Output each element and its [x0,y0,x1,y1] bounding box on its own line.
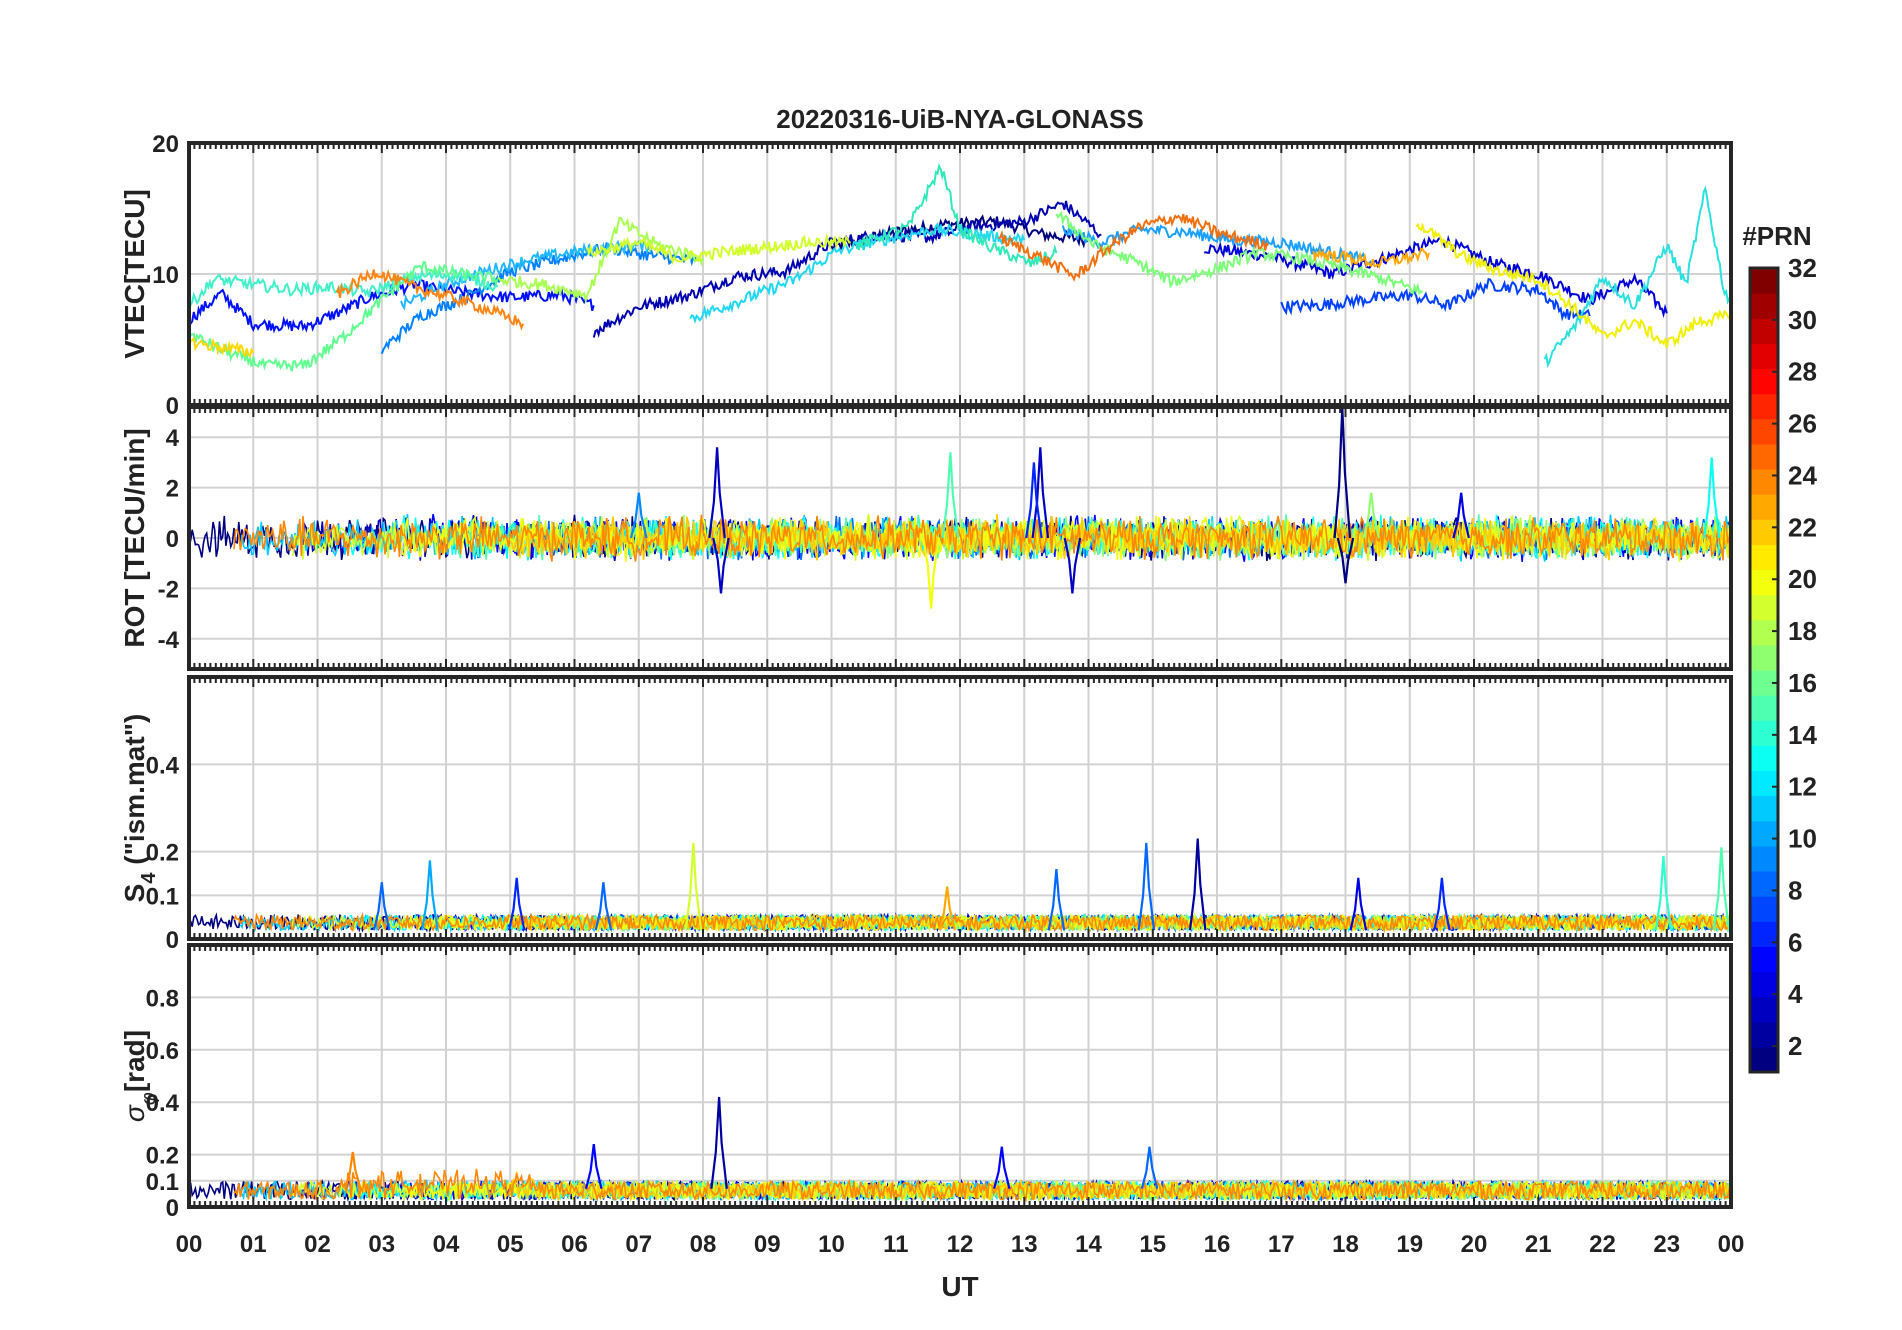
panel-4: 0.80.60.40.20.10σφ[rad] [119,943,1733,1222]
x-tick-label: 06 [561,1231,588,1258]
y-tick-label: -2 [158,576,179,603]
x-tick-label: 00 [176,1231,203,1258]
colorbar-tick-label: 32 [1788,253,1817,283]
colorbar-tick-label: 12 [1788,772,1817,802]
colorbar-segment [1750,720,1778,746]
panels: 01020VTEC[TECU]420-2-4ROT [TECU/min]0.40… [119,131,1733,1222]
colorbar-tick-label: 22 [1788,512,1817,542]
colorbar-segment [1750,544,1778,571]
x-tick-label: 19 [1396,1231,1423,1258]
y-tick-label: 2 [166,476,179,503]
y-axis-label: S4 ("ism.mat") [119,714,160,903]
colorbar-tick-label: 26 [1788,409,1817,439]
x-tick-label: 07 [625,1231,652,1258]
colorbar-segment [1750,745,1778,772]
x-tick-label: 21 [1525,1231,1552,1258]
colorbar-segment [1750,770,1778,797]
x-tick-label: 12 [947,1231,974,1258]
y-axis-label: ROT [TECU/min] [119,428,150,647]
colorbar-tick-label: 10 [1788,824,1817,854]
x-tick-label: 14 [1075,1231,1102,1258]
colorbar-segment [1750,1021,1778,1048]
colorbar-segment [1750,519,1778,545]
colorbar-tick-label: 2 [1788,1031,1802,1061]
x-axis-label: UT [941,1271,978,1302]
y-tick-label: 20 [152,131,179,158]
y-tick-label: 0 [166,393,179,420]
colorbar-segment [1750,946,1778,973]
colorbar-segment [1750,293,1778,319]
colorbar-tick-label: 28 [1788,357,1817,387]
x-tick-label: 18 [1332,1231,1359,1258]
y-tick-label: 0 [166,927,179,954]
x-tick-label: 13 [1011,1231,1038,1258]
x-tick-label: 11 [883,1231,908,1258]
y-tick-label: 0.4 [146,752,180,779]
y-tick-label: 0.8 [146,985,179,1012]
colorbar-segment [1750,318,1778,344]
chart-title: 20220316-UiB-NYA-GLONASS [776,104,1144,134]
colorbar-tick-label: 8 [1788,875,1802,905]
colorbar: 2468101214161820222426283032 [1748,253,1817,1074]
colorbar-tick-label: 16 [1788,668,1817,698]
panel-3: 0.4 0.2 0.1 0S4 ("ism.mat") [119,675,1733,954]
y-tick-label: 0 [166,1195,179,1222]
panel-1: 0 10 20 VTEC[TECU] [119,131,1733,420]
x-tick-label: 05 [497,1231,524,1258]
x-tick-labels: 00 01 02 03 04 05 06 07 08 09 10 11 12 13 14 15 16 17 18 19… [176,1231,1745,1258]
colorbar-tick-label: 14 [1788,720,1817,750]
colorbar-segment [1750,795,1778,822]
colorbar-tick-label: 6 [1788,927,1802,957]
x-tick-label: 09 [754,1231,781,1258]
colorbar-segment [1750,594,1778,621]
x-tick-label: 01 [240,1231,267,1258]
colorbar-tick-label: 30 [1788,305,1817,335]
colorbar-segment [1750,896,1778,922]
colorbar-segment [1750,469,1778,495]
y-tick-label: 0.1 [146,883,179,910]
x-tick-label: 08 [690,1231,717,1258]
x-tick-label: 22 [1589,1231,1616,1258]
colorbar-segment [1750,619,1778,646]
colorbar-segment [1750,393,1778,420]
x-tick-label: 16 [1204,1231,1231,1258]
colorbar-segment [1750,871,1778,897]
colorbar-segment [1750,494,1778,520]
y-tick-label: 0.1 [146,1169,179,1196]
colorbar-segment [1750,644,1778,671]
x-tick-label: 17 [1268,1231,1295,1258]
x-tick-label: 00 [1718,1231,1745,1258]
x-tick-label: 23 [1653,1231,1680,1258]
colorbar-segment [1750,343,1778,370]
colorbar-segment [1750,695,1778,721]
colorbar-segment [1750,820,1778,847]
y-tick-label: 4 [166,425,180,452]
panel-2: 4 2 0 -2 -4 ROT [TECU/min] [119,405,1733,671]
colorbar-segment [1750,443,1778,470]
colorbar-tick-label: 24 [1788,460,1817,490]
colorbar-tick-label: 4 [1788,979,1803,1009]
y-axis-label: VTEC[TECU] [119,189,150,359]
y-tick-label: 0.2 [146,840,179,867]
colorbar-tick-label: 20 [1788,564,1817,594]
x-tick-label: 02 [304,1231,331,1258]
colorbar-title: #PRN [1742,221,1811,251]
y-tick-label: -4 [158,627,180,654]
colorbar-segment [1750,1046,1778,1073]
x-tick-label: 15 [1139,1231,1166,1258]
x-tick-label: 03 [368,1231,395,1258]
y-tick-label: 0.2 [146,1143,179,1170]
y-tick-label: 10 [152,262,179,289]
x-tick-label: 20 [1461,1231,1488,1258]
colorbar-tick-label: 18 [1788,616,1817,646]
x-tick-label: 10 [818,1231,845,1258]
colorbar-segment [1750,996,1778,1023]
y-tick-label: 0.6 [146,1038,179,1065]
colorbar-segment [1750,569,1778,596]
y-tick-label: 0 [166,526,179,553]
figure: 20220316-UiB-NYA-GLONASS 01020VTEC[TECU]… [119,104,1817,1302]
colorbar-segment [1750,845,1778,872]
x-tick-label: 04 [433,1231,460,1258]
colorbar-segment [1750,268,1778,294]
